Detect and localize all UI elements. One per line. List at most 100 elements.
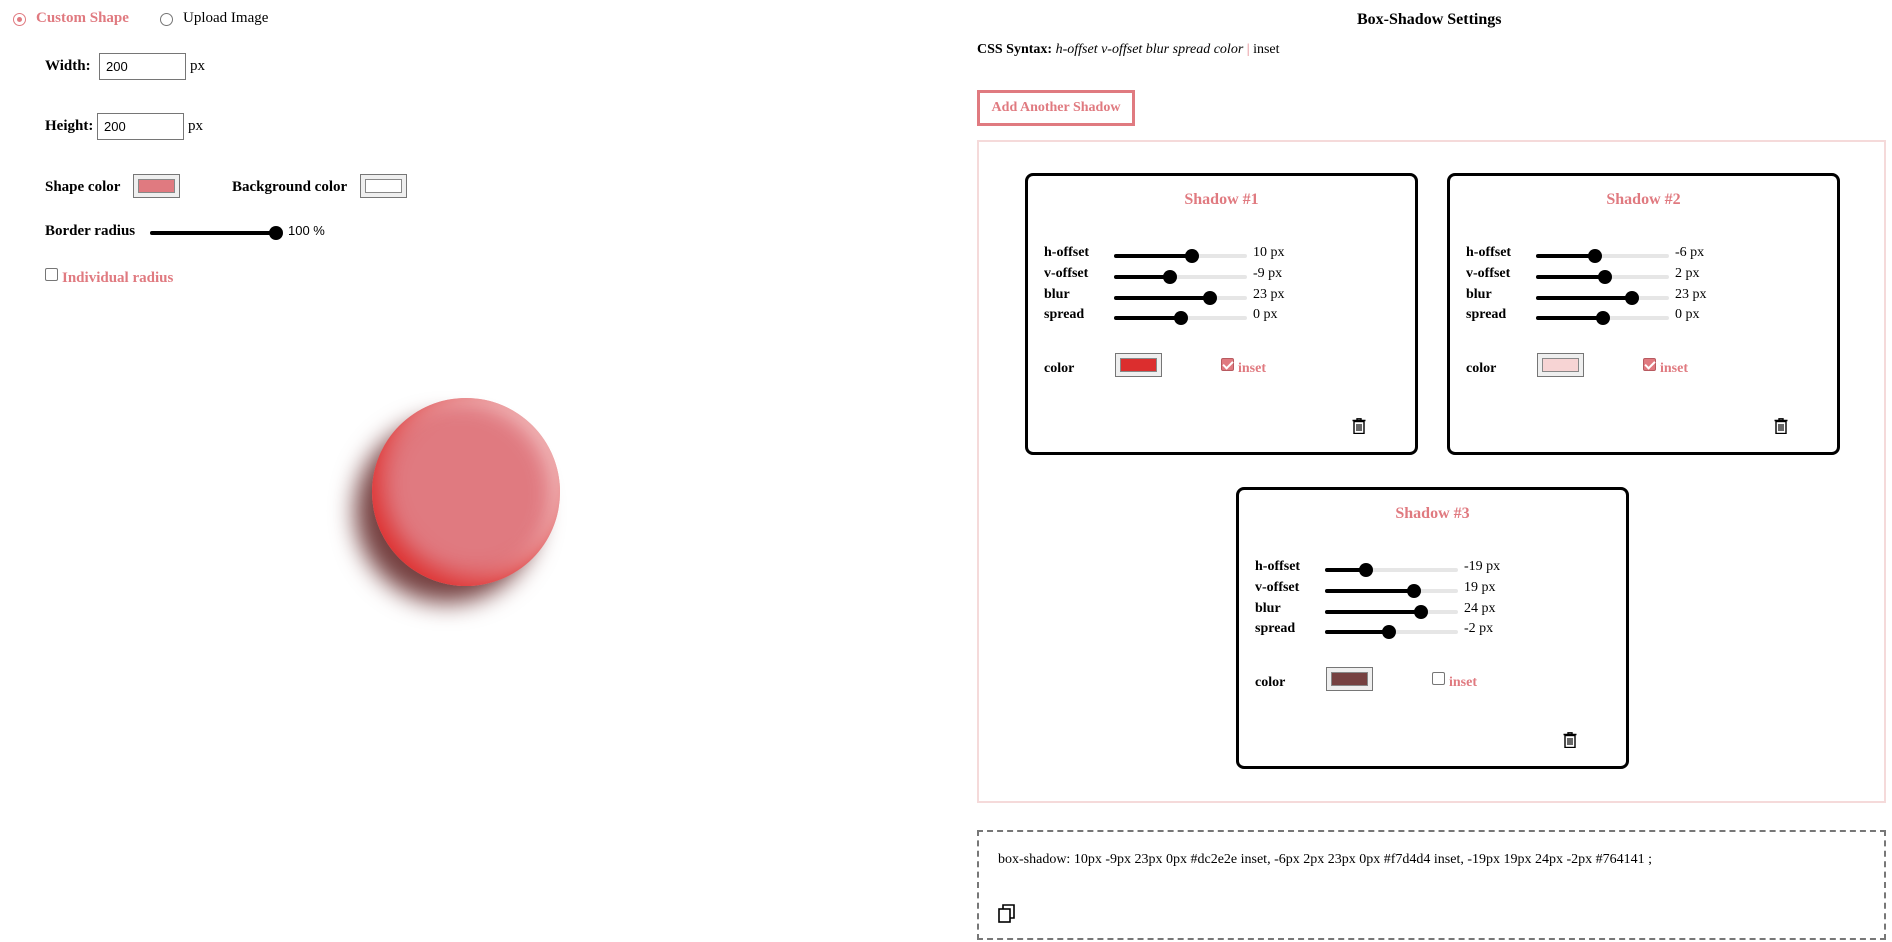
shadow-color-swatch [1331, 672, 1368, 686]
inset-checkbox[interactable] [1643, 358, 1656, 371]
shadow-title: Shadow #2 [1606, 191, 1681, 208]
slider-thumb[interactable] [1381, 625, 1396, 639]
background-color-swatch [365, 179, 402, 193]
v-offset-slider[interactable] [1114, 269, 1247, 285]
css-syntax-inset: inset [1253, 42, 1280, 57]
shape-preview [372, 398, 560, 586]
spread-slider[interactable] [1114, 310, 1247, 326]
slider-thumb[interactable] [1587, 249, 1602, 263]
slider-thumb[interactable] [1595, 311, 1610, 325]
width-label: Width: [45, 58, 91, 74]
slider-fill [1536, 275, 1606, 279]
slider-thumb[interactable] [1624, 291, 1639, 305]
blur-slider[interactable] [1325, 604, 1458, 620]
css-output-text: box-shadow: 10px -9px 23px 0px #dc2e2e i… [998, 852, 1653, 867]
blur-slider[interactable] [1114, 290, 1247, 306]
slider-thumb[interactable] [269, 226, 283, 240]
blur-label: blur [1044, 287, 1070, 302]
blur-slider[interactable] [1536, 290, 1669, 306]
h-offset-label: h-offset [1466, 245, 1512, 260]
slider-thumb[interactable] [1598, 270, 1613, 284]
slider-fill [1536, 254, 1595, 258]
slider-thumb[interactable] [1359, 563, 1374, 577]
color-label: color [1044, 361, 1075, 376]
inset-label[interactable]: inset [1449, 675, 1477, 691]
v-offset-slider[interactable] [1325, 583, 1458, 599]
spread-slider[interactable] [1536, 310, 1669, 326]
inset-checkbox[interactable] [1432, 672, 1445, 685]
trash-icon[interactable] [1774, 418, 1788, 435]
individual-radius-label[interactable]: Individual radius [62, 270, 173, 287]
blur-value: 23 px [1675, 287, 1707, 302]
height-input[interactable] [97, 113, 184, 140]
border-radius-label: Border radius [45, 223, 136, 239]
spread-value: 0 px [1675, 307, 1700, 322]
inset-label[interactable]: inset [1238, 361, 1266, 377]
upload-image-radio[interactable] [160, 13, 173, 26]
slider-fill [1114, 275, 1170, 279]
v-offset-slider[interactable] [1536, 269, 1669, 285]
shadow-color-picker[interactable] [1537, 353, 1584, 377]
v-offset-value: -9 px [1253, 266, 1283, 281]
trash-icon[interactable] [1352, 418, 1366, 435]
border-radius-value: 100 % [288, 223, 325, 238]
shadow-card-3: Shadow #3 h-offset -19 px v-offset 19 px blur… [1236, 487, 1629, 769]
shadow-title: Shadow #1 [1184, 191, 1259, 208]
inset-checkbox[interactable] [1221, 358, 1234, 371]
upload-image-label[interactable]: Upload Image [183, 10, 268, 27]
css-syntax-label: CSS Syntax: [977, 42, 1053, 57]
trash-icon[interactable] [1563, 732, 1577, 749]
width-input[interactable] [99, 53, 186, 80]
custom-shape-label[interactable]: Custom Shape [36, 10, 129, 27]
css-output-box: box-shadow: 10px -9px 23px 0px #dc2e2e i… [977, 830, 1886, 940]
spread-label: spread [1255, 621, 1296, 636]
inset-label[interactable]: inset [1660, 361, 1688, 377]
v-offset-label: v-offset [1255, 580, 1300, 595]
shadow-color-picker[interactable] [1115, 353, 1162, 377]
shadow-card-2: Shadow #2 h-offset -6 px v-offset 2 px blur 23… [1447, 173, 1840, 455]
shape-color-picker[interactable] [133, 174, 180, 198]
css-syntax-line: CSS Syntax: h-offset v-offset blur sprea… [977, 42, 1280, 58]
copy-icon[interactable] [998, 904, 1016, 924]
slider-thumb[interactable] [1173, 311, 1188, 325]
settings-heading: Box-Shadow Settings [1357, 11, 1502, 28]
custom-shape-radio[interactable] [13, 13, 26, 26]
spread-slider[interactable] [1325, 624, 1458, 640]
shadow-color-swatch [1542, 358, 1579, 372]
shape-color-label: Shape color [45, 179, 121, 195]
h-offset-slider[interactable] [1536, 248, 1669, 264]
h-offset-value: 10 px [1253, 245, 1285, 260]
background-color-label: Background color [232, 179, 348, 195]
shadow-card-1: Shadow #1 h-offset 10 px v-offset -9 px blur 2… [1025, 173, 1418, 455]
h-offset-slider[interactable] [1325, 562, 1458, 578]
v-offset-value: 2 px [1675, 266, 1700, 281]
background-color-picker[interactable] [360, 174, 407, 198]
slider-thumb[interactable] [1413, 605, 1428, 619]
slider-fill [1114, 254, 1193, 258]
shadow-color-swatch [1120, 358, 1157, 372]
spread-value: -2 px [1464, 621, 1494, 636]
slider-thumb[interactable] [1202, 291, 1217, 305]
slider-fill [1114, 316, 1181, 320]
color-label: color [1255, 675, 1286, 690]
h-offset-label: h-offset [1044, 245, 1090, 260]
slider-thumb[interactable] [1185, 249, 1200, 263]
h-offset-slider[interactable] [1114, 248, 1247, 264]
spread-label: spread [1466, 307, 1507, 322]
slider-thumb[interactable] [1407, 584, 1422, 598]
css-syntax-separator: | [1246, 42, 1250, 57]
border-radius-slider[interactable] [150, 225, 283, 241]
individual-radius-checkbox[interactable] [45, 268, 58, 281]
width-unit: px [190, 58, 205, 74]
h-offset-value: -19 px [1464, 559, 1501, 574]
h-offset-value: -6 px [1675, 245, 1705, 260]
spread-value: 0 px [1253, 307, 1278, 322]
slider-fill [1325, 589, 1415, 593]
slider-thumb[interactable] [1162, 270, 1177, 284]
css-syntax-params: h-offset v-offset blur spread color [1055, 42, 1244, 57]
shadow-color-picker[interactable] [1326, 667, 1373, 691]
spread-label: spread [1044, 307, 1085, 322]
blur-value: 23 px [1253, 287, 1285, 302]
add-shadow-button[interactable]: Add Another Shadow [977, 90, 1135, 126]
blur-label: blur [1466, 287, 1492, 302]
